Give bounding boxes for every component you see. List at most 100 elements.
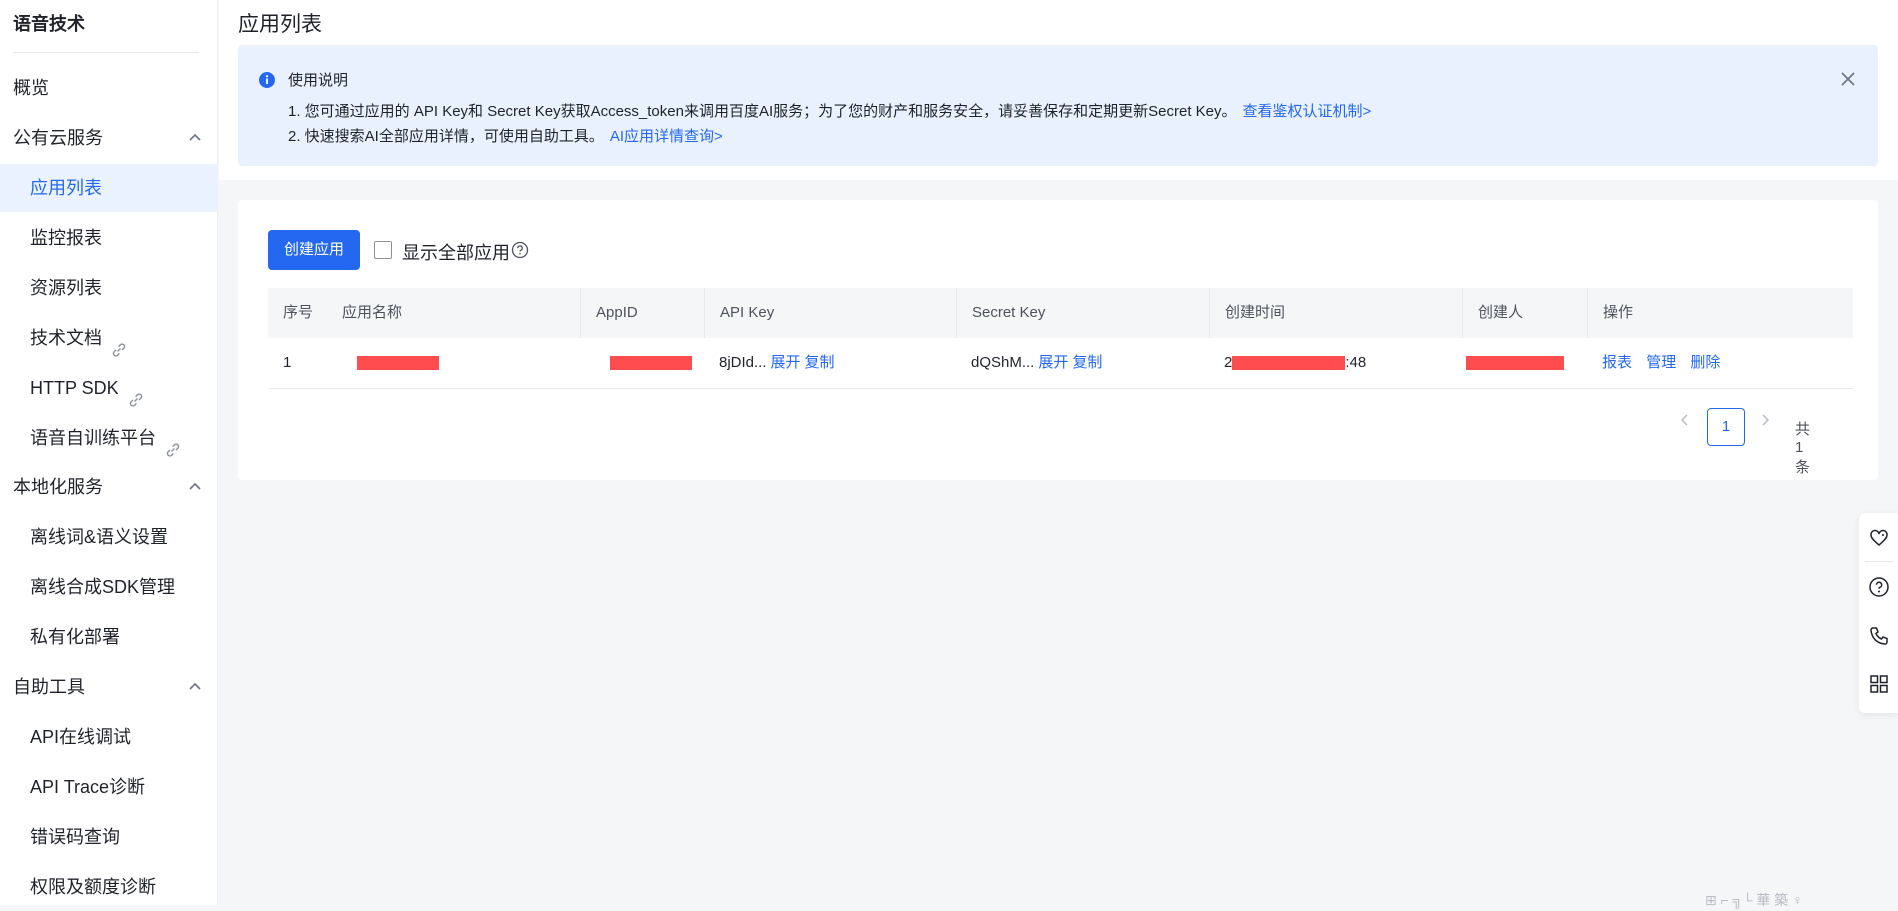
page-title: 应用列表	[238, 13, 322, 36]
api-key-value: 8jDId...	[719, 354, 767, 371]
sidebar-item-tech-docs[interactable]: 技术文档	[0, 314, 218, 362]
table-row: 1 8jDId... 展开 复制 dQShM... 展开 复制 2:48 报表 管理	[268, 338, 1853, 389]
col-creator: 创建人	[1462, 288, 1587, 338]
cell-app-name[interactable]	[342, 338, 439, 388]
sidebar-item-app-list[interactable]: 应用列表	[0, 164, 218, 212]
api-key-copy-link[interactable]: 复制	[805, 354, 835, 371]
phone-icon[interactable]	[1868, 625, 1890, 647]
cell-created-time: 2:48	[1209, 338, 1366, 388]
chevron-left-icon[interactable]	[1675, 410, 1695, 430]
table-header: 序号 应用名称 AppID API Key Secret Key 创建时间 创建…	[268, 288, 1853, 338]
sidebar-item-label: 自助工具	[13, 677, 85, 697]
brand-title: 语音技术	[13, 14, 85, 34]
heart-chat-icon[interactable]	[1868, 527, 1890, 549]
sidebar-item-quota-diagnose[interactable]: 权限及额度诊断	[0, 863, 218, 911]
sidebar-item-api-debug[interactable]: API在线调试	[0, 713, 218, 761]
sidebar-item-label: API在线调试	[30, 727, 132, 747]
external-link-icon	[110, 329, 128, 357]
app-list-card: 创建应用 显示全部应用 序号 应用名称 AppID API Key Secret…	[238, 200, 1878, 480]
sidebar-item-private-deploy[interactable]: 私有化部署	[0, 613, 218, 661]
redacted-creator	[1466, 356, 1564, 371]
manage-action-link[interactable]: 管理	[1646, 354, 1676, 371]
notice-line-1-text: 1. 您可通过应用的 API Key和 Secret Key获取Access_t…	[288, 103, 1237, 120]
close-icon[interactable]	[1838, 69, 1858, 89]
notice-line-2: 2. 快速搜索AI全部应用详情，可使用自助工具。 AI应用详情查询>	[288, 125, 723, 146]
sidebar-item-label: 错误码查询	[30, 827, 120, 847]
chevron-up-icon	[188, 663, 204, 711]
sidebar: 语音技术 概览 公有云服务 应用列表 监控报表 资源列表 技术文档 HTTP S…	[0, 0, 218, 905]
sidebar-item-label: 公有云服务	[13, 128, 103, 148]
sidebar-item-api-trace[interactable]: API Trace诊断	[0, 763, 218, 811]
chevron-right-icon[interactable]	[1755, 410, 1775, 430]
col-secret-key: Secret Key	[956, 288, 1209, 338]
redacted-created-time	[1232, 356, 1346, 371]
floating-toolbar	[1859, 513, 1898, 713]
sidebar-item-resource-list[interactable]: 资源列表	[0, 264, 218, 312]
help-icon[interactable]	[511, 241, 529, 259]
cell-creator	[1462, 338, 1564, 388]
sidebar-item-error-code[interactable]: 错误码查询	[0, 813, 218, 861]
cell-secret-key: dQShM... 展开 复制	[956, 338, 1102, 388]
sidebar-group-local-service[interactable]: 本地化服务	[0, 463, 218, 511]
sidebar-item-offline-tts-sdk[interactable]: 离线合成SDK管理	[0, 563, 218, 611]
col-actions: 操作	[1587, 288, 1853, 338]
chevron-up-icon	[188, 463, 204, 511]
api-key-expand-link[interactable]: 展开	[771, 354, 801, 371]
redacted-appid	[610, 356, 692, 371]
sidebar-item-label-wrap: HTTP SDK	[30, 364, 145, 412]
sidebar-item-monitor-report[interactable]: 监控报表	[0, 214, 218, 262]
info-icon	[258, 71, 276, 89]
show-all-label[interactable]: 显示全部应用	[402, 239, 510, 265]
notice-title: 使用说明	[288, 72, 349, 89]
usage-notice: 使用说明 1. 您可通过应用的 API Key和 Secret Key获取Acc…	[238, 45, 1878, 166]
redacted-app-name	[357, 356, 439, 371]
sidebar-item-offline-words[interactable]: 离线词&语义设置	[0, 513, 218, 561]
cell-index: 1	[283, 354, 292, 371]
external-link-icon	[127, 379, 145, 407]
chevron-up-icon	[188, 114, 204, 162]
cell-actions: 报表 管理 删除	[1587, 338, 1720, 388]
col-appid: AppID	[580, 288, 704, 338]
delete-action-link[interactable]: 删除	[1690, 354, 1720, 371]
brand-divider	[13, 52, 199, 53]
secret-key-copy-link[interactable]: 复制	[1072, 354, 1102, 371]
app-detail-query-link[interactable]: AI应用详情查询>	[610, 128, 723, 145]
sidebar-item-label-wrap: 技术文档	[30, 314, 128, 362]
sidebar-item-label: 应用列表	[30, 178, 102, 198]
sidebar-group-public-cloud[interactable]: 公有云服务	[0, 114, 218, 162]
cell-appid	[595, 338, 692, 388]
secret-key-expand-link[interactable]: 展开	[1038, 354, 1068, 371]
show-all-checkbox[interactable]	[374, 241, 392, 259]
sidebar-item-label: 概览	[13, 78, 49, 98]
sidebar-item-overview[interactable]: 概览	[0, 64, 218, 112]
external-link-icon	[164, 429, 182, 457]
sidebar-group-self-tools[interactable]: 自助工具	[0, 663, 218, 711]
sidebar-item-label: 私有化部署	[30, 627, 120, 647]
cell-api-key: 8jDId... 展开 复制	[704, 338, 835, 388]
auth-mechanism-link[interactable]: 查看鉴权认证机制>	[1243, 103, 1372, 120]
sidebar-item-label: 语音自训练平台	[30, 428, 156, 448]
created-time-suffix: :48	[1345, 354, 1367, 371]
question-icon[interactable]	[1868, 576, 1890, 598]
sidebar-item-label: API Trace诊断	[30, 777, 146, 797]
notice-line-2-text: 2. 快速搜索AI全部应用详情，可使用自助工具。	[288, 128, 604, 145]
grid-icon[interactable]	[1868, 673, 1890, 695]
sidebar-item-label: 离线词&语义设置	[30, 527, 169, 547]
sidebar-item-label-wrap: 语音自训练平台	[30, 414, 182, 462]
report-action-link[interactable]: 报表	[1602, 354, 1632, 371]
page-1-button[interactable]: 1	[1707, 408, 1745, 446]
sidebar-item-label: 离线合成SDK管理	[30, 577, 176, 597]
create-app-button[interactable]: 创建应用	[268, 230, 360, 270]
sidebar-item-http-sdk[interactable]: HTTP SDK	[0, 364, 218, 412]
sidebar-item-label: 权限及额度诊断	[30, 877, 156, 897]
watermark: ⊞ ⌐ ╗└ 華 築 ♀	[1705, 892, 1803, 908]
sidebar-item-label: 资源列表	[30, 278, 102, 298]
notice-line-1: 1. 您可通过应用的 API Key和 Secret Key获取Access_t…	[288, 100, 1371, 121]
col-created-time: 创建时间	[1209, 288, 1462, 338]
sidebar-item-label: 技术文档	[30, 328, 102, 348]
float-divider	[1865, 561, 1893, 562]
sidebar-item-label: 本地化服务	[13, 477, 103, 497]
total-count: 共 1 条	[1795, 421, 1811, 476]
sidebar-item-self-training[interactable]: 语音自训练平台	[0, 414, 218, 462]
secret-key-value: dQShM...	[971, 354, 1035, 371]
